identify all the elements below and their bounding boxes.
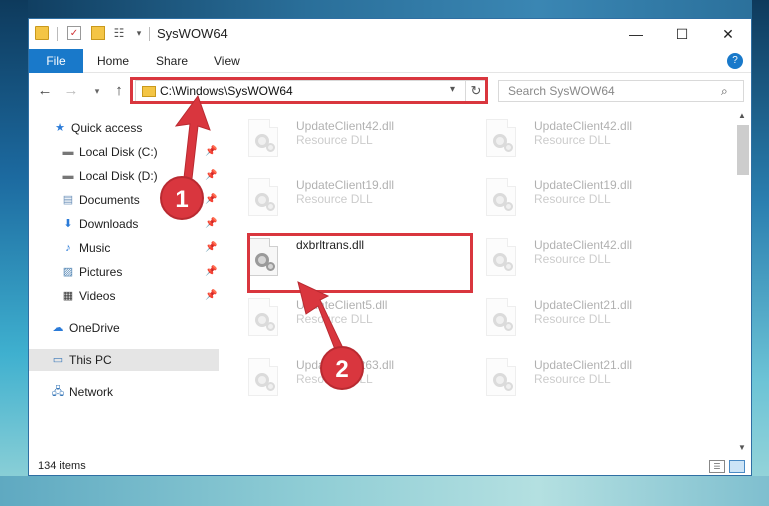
arrow-to-address-bar <box>174 94 343 353</box>
step-badge-1: 1 <box>160 176 204 220</box>
step-badge-2: 2 <box>320 346 364 390</box>
